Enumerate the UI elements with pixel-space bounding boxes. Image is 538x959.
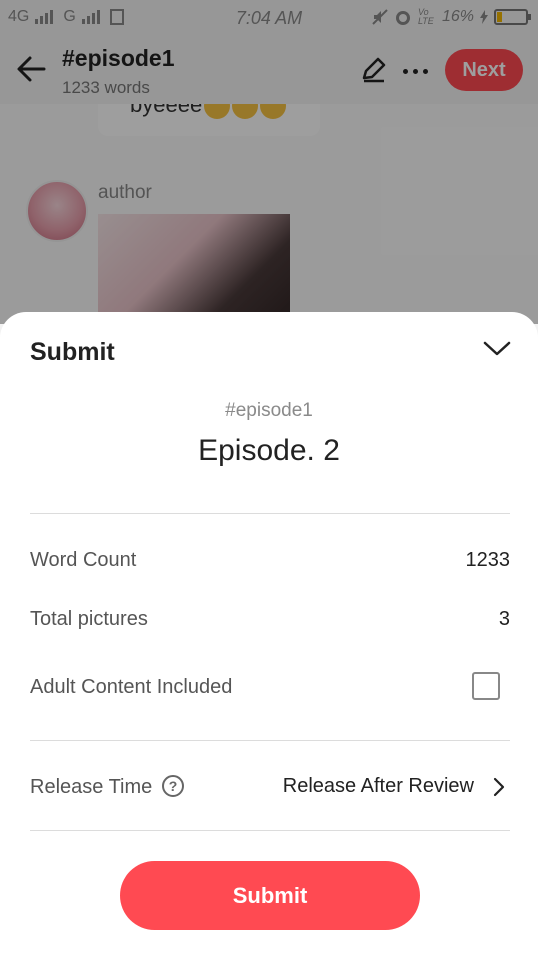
adult-content-label: Adult Content Included [30,676,233,698]
chevron-right-icon[interactable] [492,776,506,798]
word-count-value: 1233 [465,549,511,571]
total-pictures-label: Total pictures [30,608,148,630]
episode-tag: #episode1 [225,400,313,421]
word-count-label: Word Count [30,549,137,571]
episode-title: Episode. 2 [198,434,340,467]
release-time-value[interactable]: Release After Review [283,775,474,798]
submit-sheet: Submit #episode1 Episode. 2 Word Count 1… [0,312,538,959]
submit-button[interactable]: Submit [120,861,420,930]
divider [30,830,510,831]
chevron-down-icon[interactable] [482,338,512,358]
divider [30,740,510,741]
help-icon[interactable]: ? [162,775,184,797]
release-time-label: Release Time [30,776,153,798]
adult-content-checkbox[interactable] [472,672,500,700]
dim-overlay[interactable] [0,0,538,324]
total-pictures-value: 3 [498,608,510,630]
divider [30,513,510,514]
sheet-title: Submit [30,338,115,366]
